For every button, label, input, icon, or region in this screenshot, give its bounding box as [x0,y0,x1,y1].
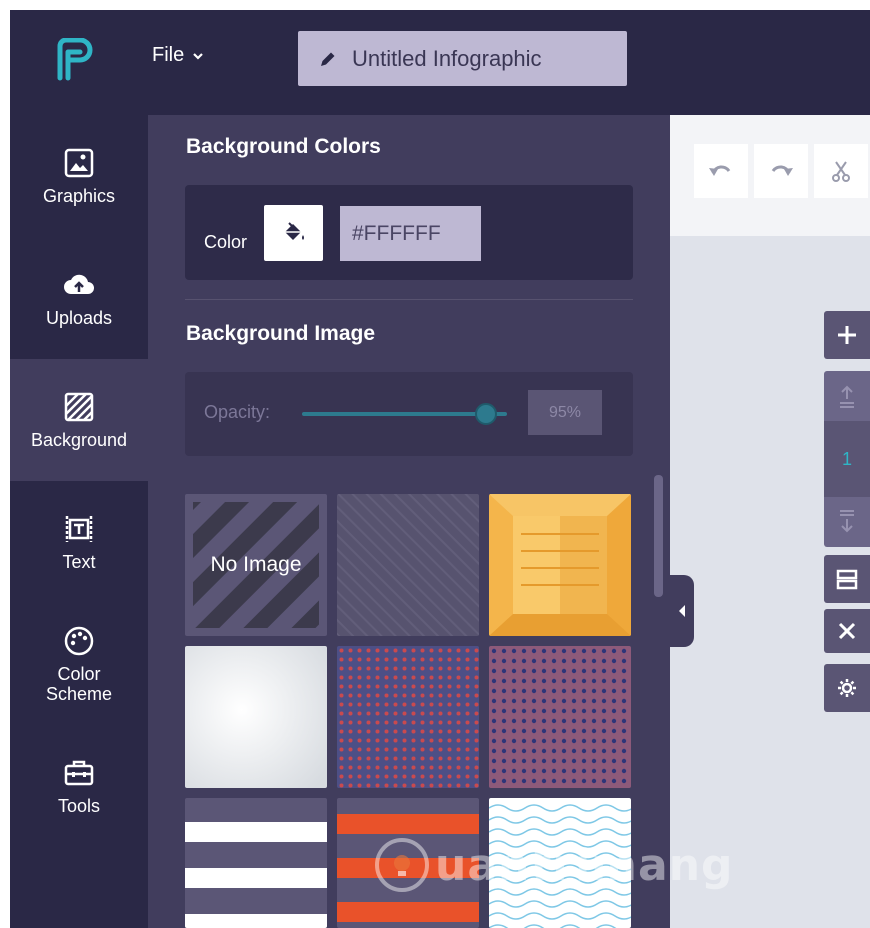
move-page-up-button[interactable] [824,371,870,421]
gray-stripes-pattern [185,798,327,928]
opacity-control: Opacity: 95% [185,372,633,456]
diagonal-lines-pattern [337,494,479,636]
outer-margin-left [0,0,10,928]
close-icon [838,622,856,640]
sidebar-item-text[interactable]: Text [10,481,148,603]
bg-tile-wooden-crate[interactable] [489,494,631,636]
page-number-label: 1 [841,448,852,469]
page-settings-button[interactable] [824,664,870,712]
canvas-area: 1 [670,115,870,928]
sidebar-item-graphics[interactable]: Graphics [10,115,148,237]
sidebar-item-tools[interactable]: Tools [10,725,148,847]
white-gradient-pattern [185,646,327,788]
arrow-up-to-line-icon [840,385,854,408]
collapse-panel-button[interactable] [670,575,694,647]
caret-left-icon [679,605,685,617]
undo-button[interactable] [694,144,748,198]
sidebar-label-tools: Tools [57,796,101,816]
color-picker-group: Color #FFFFFF [185,185,633,280]
sidebar-label-text: Text [62,552,96,572]
gear-icon [838,679,856,697]
bg-tile-white-gradient[interactable] [185,646,327,788]
sidebar-label-color-scheme: Color Scheme [45,664,113,704]
background-panel: Background Colors Color #FFFFFF Backgrou… [148,115,670,928]
no-image-label: No Image [210,553,302,576]
file-menu-label: File [152,44,185,66]
cloud-upload-icon [64,274,94,294]
arrow-down-to-line-icon [840,510,854,533]
sidebar-item-uploads[interactable]: Uploads [10,237,148,359]
lightbulb-icon [375,838,429,892]
outer-margin-top [0,0,870,10]
color-label: Color [204,232,248,252]
page-number: 1 [824,421,870,497]
cut-button[interactable] [814,144,868,198]
pencil-icon [321,52,335,66]
sidebar-label-graphics: Graphics [42,186,116,206]
opacity-value[interactable]: 95% [528,390,602,435]
navy-dots-pattern [489,646,631,788]
image-icon [64,148,94,178]
panel-scrollbar[interactable] [654,475,663,597]
palette-icon [64,626,94,656]
bg-tile-no-image[interactable]: No Image [185,494,327,636]
bg-tile-red-dots[interactable] [337,646,479,788]
top-bar: File Untitled Infographic [10,10,870,115]
text-box-icon [65,516,93,542]
background-image-heading: Background Image [186,322,376,345]
file-menu[interactable]: File [152,44,204,67]
move-page-down-button[interactable] [824,497,870,547]
watermark: uantrimang [375,838,734,892]
crate-pattern [489,494,631,636]
sidebar-label-background: Background [30,430,128,450]
delete-page-button[interactable] [824,609,870,653]
sidebar-item-color-scheme[interactable]: Color Scheme [10,603,148,725]
undo-icon [709,165,731,176]
bg-tile-navy-dots[interactable] [489,646,631,788]
sidebar-label-uploads: Uploads [45,308,113,328]
watermark-text: uantrimang [435,839,734,891]
opacity-label: Opacity: [204,402,271,422]
red-dots-pattern [337,646,479,788]
hatch-icon [64,392,94,422]
redo-icon [771,165,793,176]
hex-color-input[interactable]: #FFFFFF [340,206,481,261]
background-colors-heading: Background Colors [186,135,381,158]
chevron-down-icon [193,52,204,60]
canvas-toolbar [670,115,870,236]
paint-bucket-icon [284,222,304,240]
piktochart-logo-icon[interactable] [54,38,94,82]
document-title-button[interactable]: Untitled Infographic [298,31,627,86]
redo-button[interactable] [754,144,808,198]
bg-tile-gray-stripes[interactable] [185,798,327,928]
document-title: Untitled Infographic [352,45,542,71]
page-layout-button[interactable] [824,555,870,603]
sidebar: Graphics Uploads Background Text Color S… [10,115,148,928]
bg-tile-diagonal-lines[interactable] [337,494,479,636]
app-root: File Untitled Infographic Graphics Uploa… [0,0,870,928]
toolbox-icon [64,760,94,786]
rows-icon [836,569,858,590]
add-page-button[interactable] [824,311,870,359]
plus-icon [838,326,856,344]
section-divider [185,299,633,300]
opacity-slider-handle[interactable] [475,403,497,425]
color-swatch-button[interactable] [264,205,323,261]
scissors-icon [832,161,850,182]
sidebar-item-background[interactable]: Background [10,359,148,481]
